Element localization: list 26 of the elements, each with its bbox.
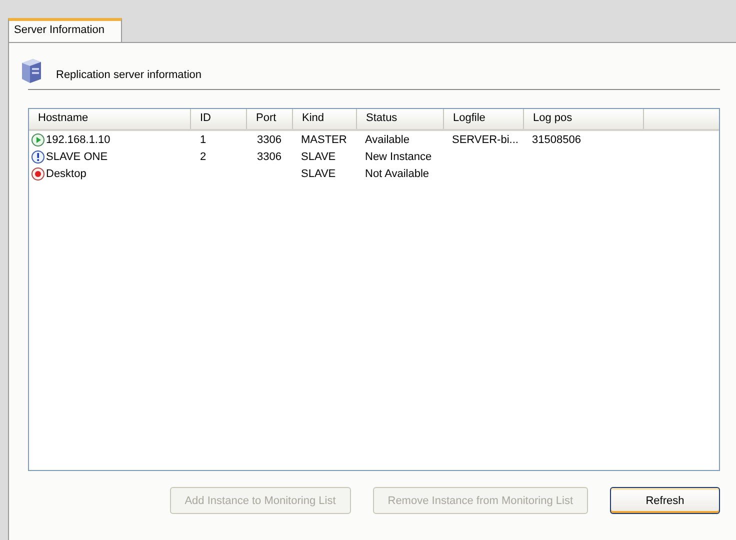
column-header[interactable]: Port — [247, 109, 293, 129]
section-title: Replication server information — [56, 69, 202, 83]
column-header[interactable]: Status — [357, 109, 444, 129]
table-cell: SLAVE — [301, 168, 336, 180]
table-cell: SERVER-bi... — [452, 134, 518, 146]
table-cell: 3306 — [257, 134, 282, 146]
table-cell: New Instance — [365, 150, 432, 162]
server-icon — [19, 57, 43, 85]
refresh-button[interactable]: Refresh — [610, 487, 720, 514]
table-cell: 2 — [200, 150, 206, 162]
table-cell: MASTER — [301, 134, 347, 146]
column-header[interactable]: Kind — [293, 109, 357, 129]
table-cell: 1 — [200, 134, 206, 146]
column-header[interactable]: ID — [191, 109, 247, 129]
table-cell: SLAVE — [301, 150, 336, 162]
column-header[interactable]: Log pos — [524, 109, 644, 129]
column-header[interactable]: Logfile — [444, 109, 524, 129]
table-cell: 192.168.1.10 — [46, 134, 110, 146]
column-header[interactable]: Hostname — [29, 109, 191, 129]
table-cell: SLAVE ONE — [46, 150, 108, 162]
table-cell: Not Available — [365, 168, 430, 180]
table-cell: Desktop — [46, 168, 86, 180]
table-cell: 31508506 — [532, 134, 581, 146]
table-cell: 3306 — [257, 150, 282, 162]
tab[interactable]: Server Information — [8, 18, 122, 42]
table-cell: Available — [365, 134, 410, 146]
